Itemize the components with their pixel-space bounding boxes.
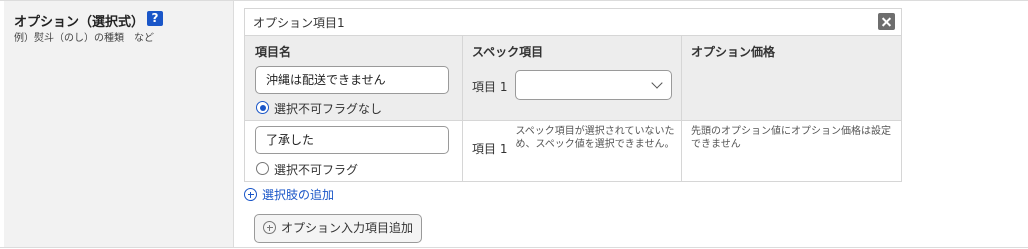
spec-item-select[interactable] [515,70,672,100]
option-name-input[interactable]: 了承した [255,126,449,154]
spec-unavailable-note: スペック項目が選択されていないため、スペック値を選択できません。 [515,126,675,150]
help-icon[interactable]: ? [147,11,163,26]
chevron-down-icon [651,77,663,89]
spec-item-label: 項目 1 [472,142,508,156]
add-option-button-label: オプション入力項目追加 [281,221,414,235]
option-name-input[interactable]: 沖縄は配送できません [255,66,449,94]
add-option-button[interactable]: オプション入力項目追加 [254,214,422,243]
unselectable-flag-radio[interactable] [256,101,269,114]
table-header: 項目名 スペック項目 オプション価格 [245,35,901,62]
plus-circle-icon [244,188,257,201]
column-header-spec: スペック項目 [472,45,544,59]
column-divider [462,35,463,181]
option-item-panel: オプション項目1 項目名 スペック項目 オプション価格 沖縄は配送できません 選… [244,8,902,182]
field-note: 例）熨斗（のし）の種類 など [14,33,154,44]
add-choice-link[interactable]: 選択肢の追加 [244,186,334,203]
spec-item-label: 項目 1 [472,80,508,94]
unselectable-flag-radio[interactable] [256,162,269,175]
row-divider [245,120,901,121]
price-unavailable-note: 先頭のオプション値にオプション価格は設定できません [691,126,891,150]
column-divider [681,35,682,181]
radio-label: 選択不可フラグ [274,163,359,177]
radio-label: 選択不可フラグなし [274,102,383,116]
close-icon[interactable] [878,13,895,30]
field-label-column: オプション（選択式） ? 例）熨斗（のし）の種類 など [4,1,234,247]
plus-circle-icon [263,221,276,234]
option-item-title: オプション項目1 [253,16,345,30]
add-choice-label: 選択肢の追加 [262,188,335,202]
option-field-row: オプション（選択式） ? 例）熨斗（のし）の種類 など オプション項目1 項目名… [0,0,1028,249]
column-header-name: 項目名 [255,45,292,59]
field-title: オプション（選択式） [14,15,145,30]
column-header-price: オプション価格 [691,45,776,59]
bottom-divider [0,247,1028,248]
